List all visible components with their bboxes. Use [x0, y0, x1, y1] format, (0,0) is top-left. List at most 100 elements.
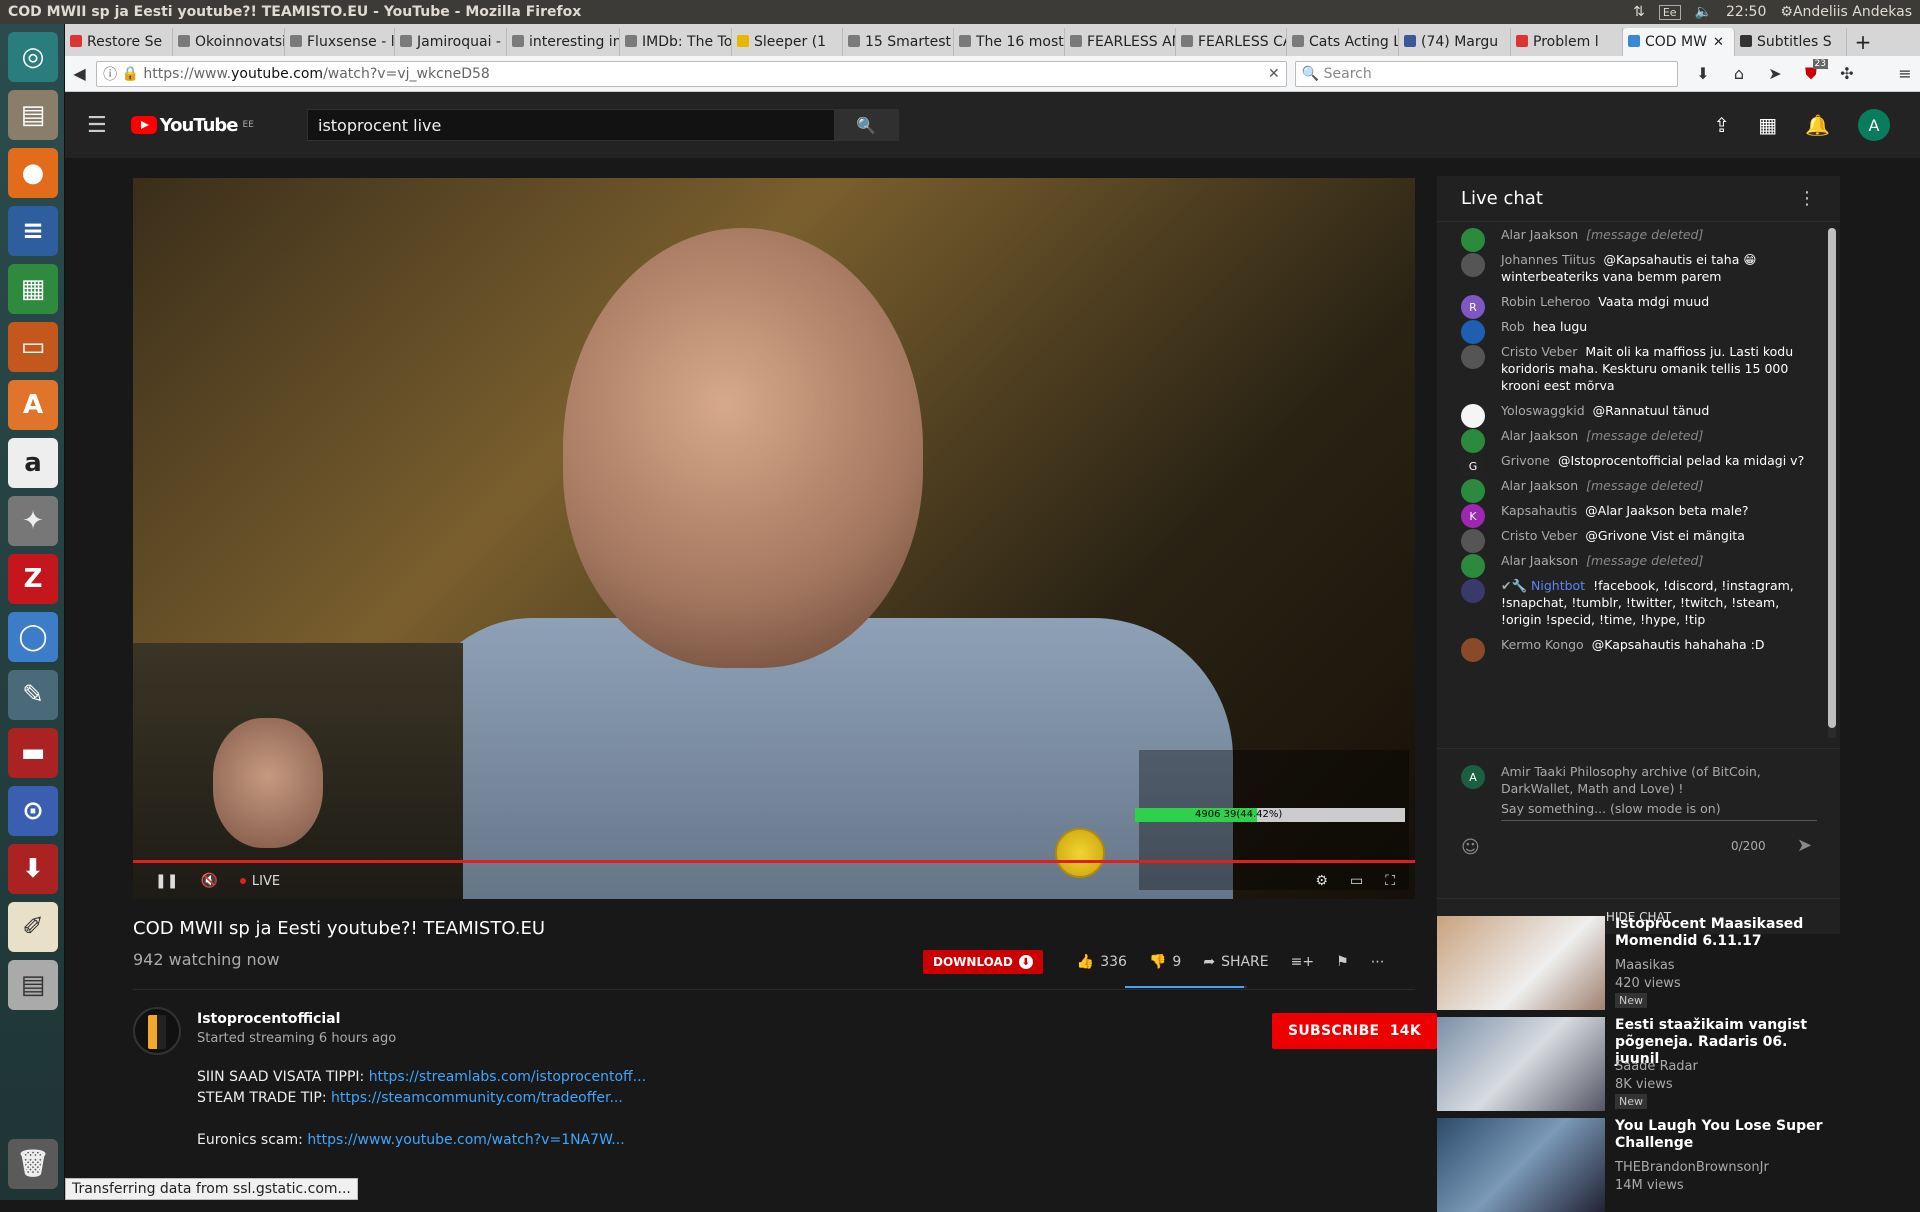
url-bar[interactable]: ⓘ 🔒 https://www. youtube.com/watch?v=vj_w…: [96, 60, 1287, 87]
chat-message[interactable]: Kermo Kongo @Kapsahautis hahahaha :D: [1437, 632, 1828, 662]
chat-message[interactable]: Alar Jaakson [message deleted]: [1437, 548, 1828, 578]
description-link[interactable]: https://www.youtube.com/watch?v=1NA7W...: [307, 1132, 624, 1148]
tab[interactable]: (74) Margu: [1399, 28, 1511, 56]
tab[interactable]: Problem l: [1511, 28, 1623, 56]
apps-grid-icon[interactable]: ▦: [1758, 113, 1777, 137]
files-icon[interactable]: ▤: [8, 90, 58, 140]
chat-author-name[interactable]: Johannes Tiitus: [1501, 252, 1595, 267]
dislike-button[interactable]: 👎 9: [1149, 954, 1181, 970]
video-player[interactable]: 4906 39(44.42%) ❚❚ 🔇 LIVE ⚙ ▭ ⛶: [133, 178, 1415, 899]
live-indicator[interactable]: LIVE: [239, 874, 280, 889]
chat-author-name[interactable]: Cristo Veber: [1501, 344, 1577, 359]
fullscreen-icon[interactable]: ⛶: [1385, 873, 1395, 889]
tab[interactable]: Subtitles S: [1735, 28, 1847, 56]
chat-message[interactable]: K Kapsahautis @Alar Jaakson beta male?: [1437, 498, 1828, 528]
chat-message[interactable]: R Robin Leheroo Vaata mdgi muud: [1437, 289, 1828, 319]
send-icon[interactable]: ➤: [1797, 835, 1812, 856]
tab[interactable]: Restore Se: [65, 28, 173, 56]
emoji-icon[interactable]: ☺: [1461, 837, 1480, 858]
channel-name[interactable]: Istoprocentofficial: [197, 1011, 340, 1027]
account-avatar[interactable]: A: [1858, 109, 1890, 141]
tab[interactable]: 15 Smartest S: [843, 28, 954, 56]
chat-message[interactable]: Alar Jaakson [message deleted]: [1437, 222, 1828, 252]
video-thumbnail[interactable]: [1437, 1118, 1605, 1212]
amazon-icon[interactable]: a: [8, 438, 58, 488]
add-to-playlist-button[interactable]: ≡+: [1291, 954, 1314, 970]
video-thumbnail[interactable]: [1437, 916, 1605, 1010]
chat-message[interactable]: Alar Jaakson [message deleted]: [1437, 473, 1828, 503]
upload-icon[interactable]: ⇪: [1713, 113, 1730, 137]
keyboard-layout-indicator[interactable]: Ee: [1658, 4, 1681, 20]
inkscape-icon[interactable]: ✎: [8, 670, 58, 720]
chat-author-name[interactable]: Cristo Veber: [1501, 528, 1577, 543]
chat-input[interactable]: Say something... (slow mode is on): [1501, 801, 1817, 821]
trash-icon[interactable]: 🗑: [8, 1139, 58, 1189]
close-tab-icon[interactable]: ✕: [1713, 35, 1724, 50]
tab[interactable]: Okoinnovatsi: [173, 28, 285, 56]
theater-mode-icon[interactable]: ▭: [1350, 873, 1363, 889]
new-tab-button[interactable]: +: [1847, 28, 1879, 56]
recommended-title[interactable]: You Laugh You Lose Super Challenge: [1615, 1118, 1835, 1152]
chat-author-name[interactable]: Alar Jaakson: [1501, 428, 1578, 443]
tab[interactable]: Cats Acting Li: [1287, 28, 1399, 56]
recommended-video[interactable]: Istoprocent Maasikased Momendid 6.11.17 M…: [1437, 916, 1847, 1010]
more-actions-button[interactable]: ⋯: [1371, 954, 1385, 970]
chromium-icon[interactable]: ◯: [8, 612, 58, 662]
tab[interactable]: The 16 most i: [954, 28, 1065, 56]
chat-author-name[interactable]: Alar Jaakson: [1501, 227, 1578, 242]
search-bar[interactable]: 🔍 Search: [1294, 60, 1678, 87]
user-menu[interactable]: ⚙ Andeliis Andekas: [1780, 4, 1912, 20]
microphone-icon[interactable]: ⊙: [8, 786, 58, 836]
tab[interactable]: Jamiroquai -: [395, 28, 507, 56]
tab[interactable]: Fluxsense - lo: [285, 28, 395, 56]
text-editor-icon[interactable]: ✐: [8, 902, 58, 952]
youtube-search-input[interactable]: [308, 110, 834, 140]
tab[interactable]: FEARLESS CA: [1176, 28, 1287, 56]
recommended-video[interactable]: Eesti staažikaim vangist põgeneja. Radar…: [1437, 1017, 1847, 1111]
chat-message[interactable]: Alar Jaakson [message deleted]: [1437, 423, 1828, 453]
home-icon[interactable]: ⌂: [1724, 59, 1754, 89]
mute-icon[interactable]: 🔇: [200, 873, 217, 889]
description-link[interactable]: https://streamlabs.com/istoprocentoff...: [369, 1069, 646, 1085]
printer-icon[interactable]: ▤: [8, 960, 58, 1010]
chat-author-name[interactable]: Kermo Kongo: [1501, 637, 1584, 652]
tab[interactable]: IMDb: The Top: [620, 28, 732, 56]
notifications-bell-icon[interactable]: 🔔: [1805, 113, 1830, 137]
volume-icon[interactable]: 🔈: [1695, 4, 1712, 20]
chat-message[interactable]: Rob hea lugu: [1437, 314, 1828, 344]
writer-icon[interactable]: ≡: [8, 206, 58, 256]
chat-scroll-thumb[interactable]: [1828, 228, 1836, 728]
recommended-video[interactable]: You Laugh You Lose Super Challenge THEBra…: [1437, 1118, 1847, 1212]
chat-author-name[interactable]: Alar Jaakson: [1501, 553, 1578, 568]
network-icon[interactable]: ⇅: [1633, 4, 1645, 20]
chat-message[interactable]: Johannes Tiitus @Kapsahautis ei taha 😁 wi…: [1437, 247, 1828, 289]
chat-author-name[interactable]: Grivone: [1501, 453, 1550, 468]
download-button[interactable]: DOWNLOAD ⬇: [923, 950, 1043, 974]
app-icon[interactable]: ▬: [8, 728, 58, 778]
tab[interactable]: interesting in: [507, 28, 620, 56]
recommended-title[interactable]: Istoprocent Maasikased Momendid 6.11.17: [1615, 916, 1835, 950]
youtube-search-button[interactable]: 🔍: [834, 110, 898, 140]
downloads-icon[interactable]: ⬇: [1688, 59, 1718, 89]
pause-icon[interactable]: ❚❚: [155, 873, 178, 889]
chat-message[interactable]: ✔🔧 Nightbot !facebook, !discord, !instagr…: [1437, 573, 1828, 632]
filezilla-icon[interactable]: Z: [8, 554, 58, 604]
hamburger-menu-icon[interactable]: ≡: [1890, 59, 1920, 89]
chat-more-icon[interactable]: ⋮: [1798, 188, 1816, 209]
chat-message[interactable]: Cristo Veber Mait oli ka maffioss ju. Las…: [1437, 339, 1828, 398]
chat-author-name[interactable]: Alar Jaakson: [1501, 478, 1578, 493]
chat-scrollbar[interactable]: [1828, 228, 1836, 738]
like-button[interactable]: 👍 336: [1077, 954, 1127, 970]
pocket-icon[interactable]: ➤: [1760, 59, 1790, 89]
calc-icon[interactable]: ▦: [8, 264, 58, 314]
installer-icon[interactable]: ⬇: [8, 844, 58, 894]
addon-ublock-icon[interactable]: ⛊ 23: [1796, 58, 1828, 89]
chat-message[interactable]: G Grivone @Istoprocentofficial pelad ka mi…: [1437, 448, 1828, 478]
back-button[interactable]: ◀: [65, 59, 94, 89]
info-icon[interactable]: ⓘ: [103, 64, 117, 84]
chat-author-name[interactable]: Robin Leheroo: [1501, 294, 1590, 309]
youtube-logo[interactable]: YouTube EE: [130, 115, 254, 136]
settings-icon[interactable]: ✦: [8, 496, 58, 546]
tab-active[interactable]: COD MW ✕: [1623, 28, 1735, 56]
report-button[interactable]: ⚑: [1336, 954, 1349, 970]
